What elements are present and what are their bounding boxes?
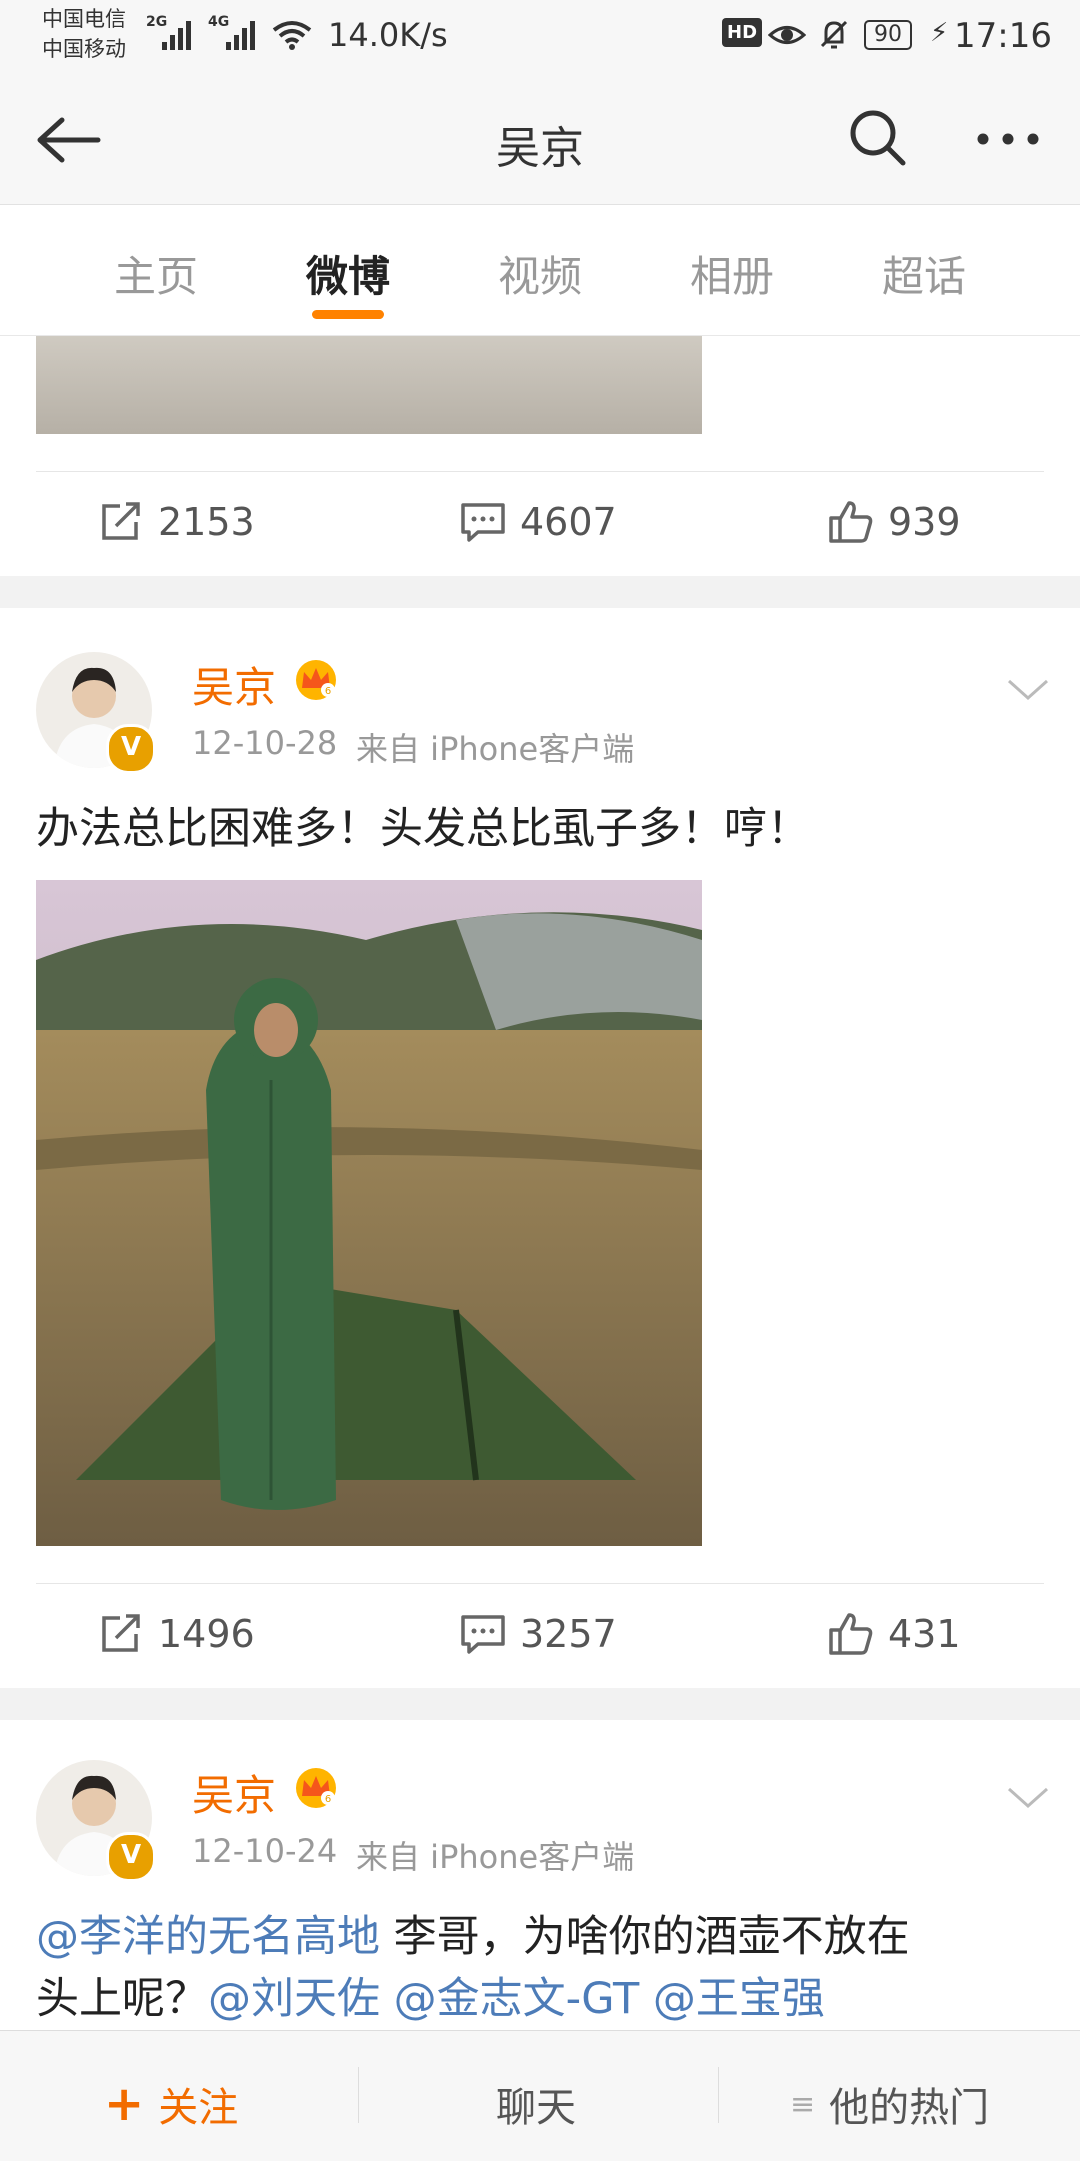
- repost-icon: [102, 502, 140, 540]
- like-button[interactable]: 431: [828, 1612, 961, 1656]
- post-username[interactable]: 吴京: [192, 1762, 276, 1823]
- vip-crown-icon: 6: [296, 1768, 336, 1808]
- tab-super-topic[interactable]: 超话: [844, 243, 1004, 304]
- plus-icon: +: [104, 2076, 145, 2132]
- hot-posts-label: 他的热门: [829, 2085, 990, 2131]
- network-speed: 14.0K/s: [328, 16, 448, 54]
- chevron-down-icon[interactable]: [1006, 1786, 1050, 1810]
- mention-link[interactable]: @王宝强: [653, 1974, 825, 2024]
- post-text-segment: 头上呢？: [36, 1974, 208, 2024]
- repost-icon: [102, 1614, 140, 1652]
- nav-bar: 吴京: [0, 72, 1080, 205]
- thumbs-up-icon: [829, 1613, 873, 1655]
- list-icon: ≡: [790, 2086, 816, 2122]
- repost-count: 2153: [158, 500, 255, 544]
- post-actions-1: 2153 4607 939: [36, 471, 1044, 577]
- carrier-1: 中国电信: [42, 7, 126, 31]
- post-image-partial[interactable]: [36, 336, 702, 434]
- chevron-down-icon[interactable]: [1006, 678, 1050, 702]
- post-username[interactable]: 吴京: [192, 654, 276, 715]
- more-icon[interactable]: [976, 132, 1040, 146]
- carrier-2: 中国移动: [42, 37, 126, 61]
- tab-weibo[interactable]: 微博: [268, 243, 428, 304]
- tab-home[interactable]: 主页: [76, 243, 236, 304]
- mute-bell-icon: [820, 20, 848, 49]
- post-image[interactable]: [36, 880, 702, 1546]
- status-bar: 中国电信 中国移动 2G 4G 14.0K/s HD 90 ⚡ 17:16: [0, 0, 1080, 72]
- vip-crown-icon: 6: [296, 660, 336, 700]
- comment-count: 4607: [520, 500, 617, 544]
- hot-posts-button[interactable]: ≡ 他的热门: [790, 2075, 989, 2133]
- post-text-segment: 李哥，为啥你的酒壶不放在: [380, 1912, 910, 1962]
- svg-text:6: 6: [325, 1794, 331, 1805]
- divider: [358, 2067, 359, 2123]
- verified-badge: V: [106, 724, 156, 774]
- battery-level: 90: [864, 20, 912, 50]
- eye-icon: [768, 26, 806, 44]
- tab-video[interactable]: 视频: [460, 243, 620, 304]
- svg-text:6: 6: [325, 686, 331, 697]
- post-card-3: V 吴京 6 12-10-24 来自 iPhone客户端 @李洋的无名高地 李哥…: [0, 1720, 1080, 2030]
- like-count: 431: [888, 1612, 961, 1656]
- follow-button[interactable]: + 关注: [104, 2075, 238, 2133]
- comment-button[interactable]: 3257: [460, 1612, 617, 1656]
- mention-link[interactable]: @刘天佐: [208, 1974, 380, 2024]
- active-tab-indicator: [312, 310, 384, 319]
- post-date: 12-10-28: [192, 724, 338, 762]
- divider: [718, 2067, 719, 2123]
- repost-count: 1496: [158, 1612, 255, 1656]
- comment-button[interactable]: 4607: [460, 500, 617, 544]
- like-button[interactable]: 939: [828, 500, 961, 544]
- follow-label: 关注: [158, 2085, 239, 2131]
- comment-count: 3257: [520, 1612, 617, 1656]
- bottom-bar: + 关注 聊天 ≡ 他的热门: [0, 2030, 1080, 2161]
- charging-icon: ⚡: [930, 18, 949, 48]
- chat-button[interactable]: 聊天: [496, 2075, 576, 2133]
- page-title: 吴京: [496, 123, 584, 174]
- repost-button[interactable]: 1496: [100, 1612, 255, 1656]
- signal-icon: [162, 21, 191, 50]
- mention-link[interactable]: @金志文-GT: [394, 1974, 640, 2024]
- post-source: 来自 iPhone客户端: [356, 1838, 635, 1876]
- tab-album[interactable]: 相册: [652, 243, 812, 304]
- clock: 17:16: [954, 16, 1052, 56]
- comment-icon: [461, 503, 505, 542]
- like-count: 939: [888, 500, 961, 544]
- post-card-1: 2153 4607 939: [0, 336, 1080, 576]
- post-source: 来自 iPhone客户端: [356, 730, 635, 768]
- profile-tabs: 主页 微博 视频 相册 超话: [0, 205, 1080, 336]
- post-actions-2: 1496 3257 431: [36, 1583, 1044, 1689]
- post-date: 12-10-24: [192, 1832, 338, 1870]
- wifi-icon: [272, 21, 312, 50]
- verified-badge: V: [106, 1832, 156, 1882]
- repost-button[interactable]: 2153: [100, 500, 255, 544]
- comment-icon: [461, 1615, 505, 1654]
- post-text: 办法总比困难多！头发总比虱子多！哼！: [36, 804, 810, 854]
- post-card-2: V 吴京 6 12-10-28 来自 iPhone客户端 办法总比困难多！头发总…: [0, 608, 1080, 1688]
- thumbs-up-icon: [829, 501, 873, 543]
- search-icon[interactable]: [848, 108, 908, 168]
- signal-icon-2: [226, 21, 255, 50]
- hd-badge: HD: [722, 18, 763, 47]
- mention-link[interactable]: @李洋的无名高地: [36, 1912, 380, 1962]
- post-text: @李洋的无名高地 李哥，为啥你的酒壶不放在 头上呢？@刘天佐 @金志文-GT @…: [36, 1906, 1046, 2030]
